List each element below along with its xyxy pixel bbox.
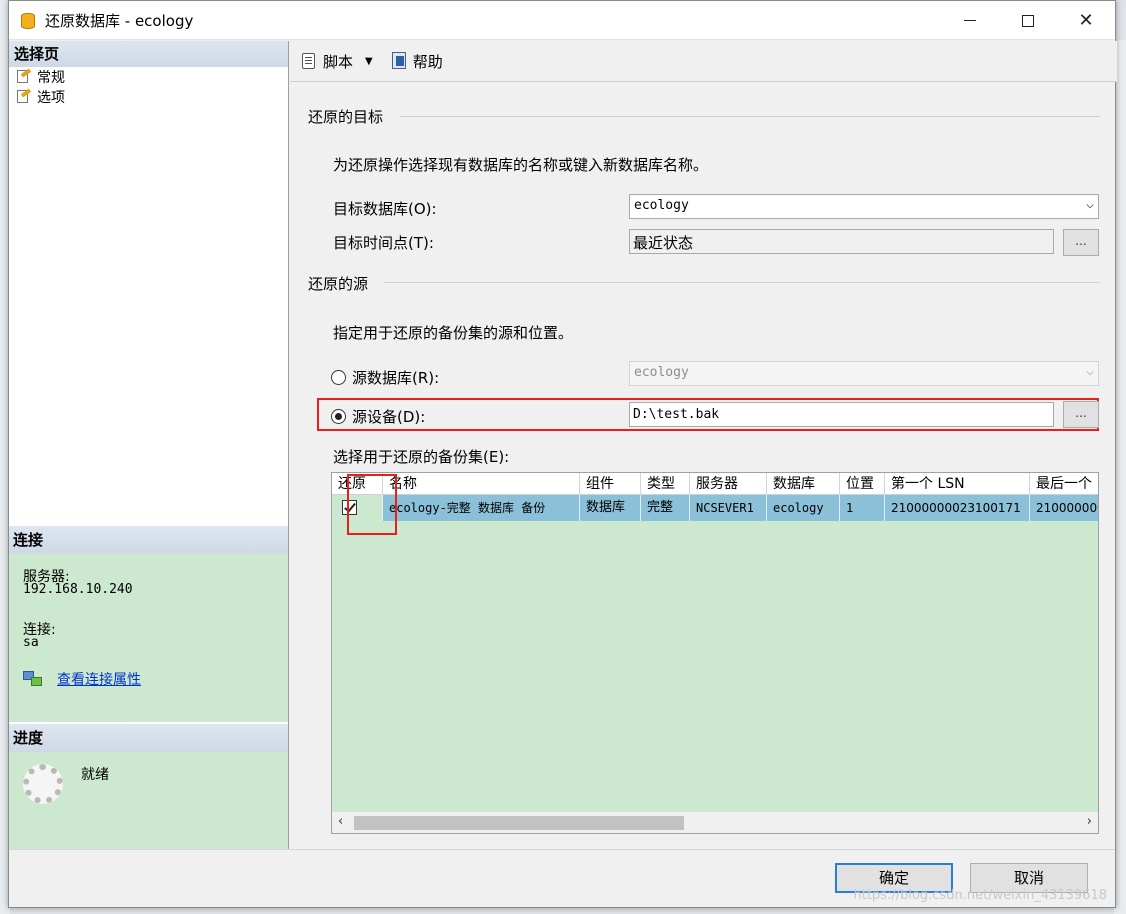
page-item-label: 选项 (37, 90, 65, 106)
destination-group-title: 还原的目标 (308, 108, 384, 126)
scroll-left-icon[interactable]: ‹ (338, 814, 343, 829)
column-header-type[interactable]: 类型 (641, 473, 690, 495)
page-item-general[interactable]: 常规 (9, 67, 288, 87)
scrollbar-thumb[interactable] (354, 816, 684, 830)
toolbar: 脚本 ▼ 帮助 (290, 41, 1117, 82)
target-database-combo[interactable]: ecology ⌵ (629, 194, 1099, 219)
destination-description: 为还原操作选择现有数据库的名称或键入新数据库名称。 (333, 156, 709, 174)
script-button[interactable]: 脚本 (300, 51, 353, 72)
source-device-radio-row[interactable]: 源设备(D): (331, 406, 425, 427)
source-database-combo: ecology ⌵ (629, 361, 1099, 386)
script-dropdown-icon[interactable]: ▼ (365, 56, 373, 67)
maximize-icon (1022, 14, 1034, 27)
column-header-component[interactable]: 组件 (580, 473, 641, 495)
connection-value: sa (23, 635, 39, 650)
minimize-icon (964, 20, 976, 21)
source-divider (384, 282, 1100, 283)
position-cell: 1 (840, 495, 885, 521)
server-cell: NCSEVER1 (690, 495, 767, 521)
script-icon (300, 52, 318, 70)
help-icon (391, 52, 409, 70)
general-page-icon (15, 68, 32, 84)
target-database-value: ecology (634, 198, 689, 213)
view-connection-properties-link[interactable]: 查看连接属性 (57, 669, 141, 689)
scroll-right-icon[interactable]: › (1087, 814, 1092, 829)
progress-header: 进度 (9, 724, 288, 752)
progress-section: 进度 就绪 (9, 724, 288, 849)
page-item-label: 常规 (37, 67, 65, 87)
restore-database-dialog: 还原数据库 - ecology ✕ 选择页 常规 选项 连接 服务器: 192.… (8, 0, 1117, 908)
first-lsn-cell: 21000000023100171 (885, 495, 1030, 521)
dialog-footer: 确定 取消 https://blog.csdn.net/weixin_43139… (9, 849, 1115, 907)
database-icon (21, 11, 35, 29)
type-cell: 完整 (641, 495, 690, 521)
connection-properties-icon (23, 669, 43, 687)
source-device-browse-button[interactable]: ... (1063, 401, 1099, 428)
target-time-value: 最近状态 (633, 234, 694, 252)
restore-checkbox-highlight (347, 474, 397, 535)
progress-spinner-icon (23, 764, 63, 804)
target-time-browse-button[interactable]: ... (1063, 229, 1099, 256)
connection-section: 连接 服务器: 192.168.10.240 连接: sa 查看连接属性 (9, 526, 288, 722)
destination-divider (400, 116, 1100, 117)
table-row[interactable]: ecology-完整 数据库 备份 数据库 完整 NCSEVER1 ecolog… (332, 495, 1099, 521)
grid-header: 还原 名称 组件 类型 服务器 数据库 位置 第一个 LSN 最后一个 (332, 473, 1098, 495)
target-database-label: 目标数据库(O): (333, 200, 437, 218)
connection-header: 连接 (9, 526, 288, 554)
column-header-last-lsn[interactable]: 最后一个 (1030, 473, 1098, 495)
main-content: 还原的目标 为还原操作选择现有数据库的名称或键入新数据库名称。 目标数据库(O)… (290, 83, 1117, 849)
source-device-field: D:\test.bak (629, 402, 1054, 427)
maximize-button[interactable] (1005, 1, 1051, 40)
window-title: 还原数据库 - ecology (45, 11, 194, 30)
progress-status: 就绪 (81, 767, 109, 783)
source-group-title: 还原的源 (308, 275, 369, 293)
backup-sets-grid[interactable]: 还原 名称 组件 类型 服务器 数据库 位置 第一个 LSN 最后一个 ecol… (331, 472, 1099, 834)
help-button[interactable]: 帮助 (383, 51, 443, 72)
ellipsis-label: ... (1075, 406, 1087, 420)
minimize-button[interactable] (947, 1, 993, 40)
name-cell: ecology-完整 数据库 备份 (383, 495, 580, 521)
database-cell: ecology (767, 495, 840, 521)
select-page-header: 选择页 (9, 41, 288, 67)
source-database-value: ecology (634, 365, 689, 380)
column-header-position[interactable]: 位置 (840, 473, 885, 495)
close-button[interactable]: ✕ (1063, 1, 1109, 40)
column-header-database[interactable]: 数据库 (767, 473, 840, 495)
chevron-down-icon: ⌵ (1086, 197, 1094, 212)
source-device-label: 源设备(D): (352, 408, 426, 426)
source-description: 指定用于还原的备份集的源和位置。 (333, 324, 574, 342)
target-time-label: 目标时间点(T): (333, 234, 434, 252)
target-time-field: 最近状态 (629, 229, 1054, 254)
server-value: 192.168.10.240 (23, 582, 133, 597)
watermark: https://blog.csdn.net/weixin_43139618 (853, 888, 1107, 903)
source-device-radio[interactable] (331, 409, 346, 424)
source-device-value: D:\test.bak (633, 407, 720, 422)
script-label: 脚本 (323, 52, 354, 71)
page-item-options[interactable]: 选项 (9, 87, 288, 107)
title-bar: 还原数据库 - ecology ✕ (9, 1, 1115, 40)
horizontal-scrollbar[interactable]: ‹ › (332, 811, 1098, 833)
chevron-down-icon: ⌵ (1086, 364, 1094, 379)
close-icon: ✕ (1078, 10, 1094, 31)
column-header-name[interactable]: 名称 (383, 473, 580, 495)
source-database-radio[interactable] (331, 370, 346, 385)
help-label: 帮助 (412, 52, 443, 71)
last-lsn-cell: 210000000 (1036, 501, 1099, 515)
source-database-label: 源数据库(R): (352, 369, 440, 387)
source-database-radio-row[interactable]: 源数据库(R): (331, 367, 439, 388)
column-header-first-lsn[interactable]: 第一个 LSN (885, 473, 1030, 495)
component-cell: 数据库 (580, 495, 641, 521)
options-page-icon (15, 88, 32, 104)
backup-sets-label: 选择用于还原的备份集(E): (333, 448, 510, 466)
left-pane: 选择页 常规 选项 连接 服务器: 192.168.10.240 连接: sa … (9, 41, 289, 849)
column-header-server[interactable]: 服务器 (690, 473, 767, 495)
